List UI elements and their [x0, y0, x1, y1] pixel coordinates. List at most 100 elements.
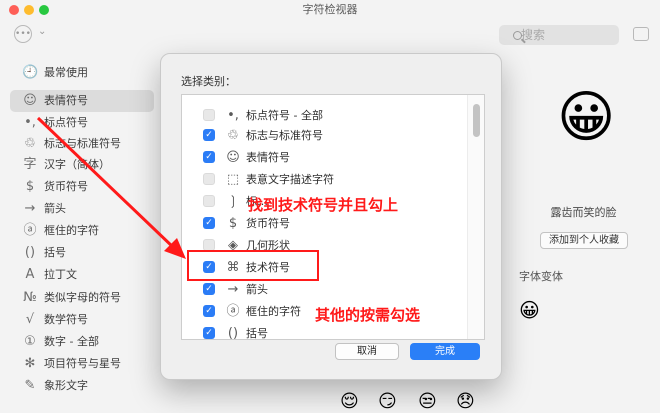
emoji-cell[interactable]: 😏: [378, 391, 397, 413]
category-checkbox[interactable]: ✓: [203, 217, 215, 229]
category-checkbox[interactable]: [203, 109, 215, 121]
highlight-box: [187, 250, 319, 281]
category-label: 框住的字符: [246, 305, 301, 318]
sidebar-item-label: 项目符号与星号: [44, 357, 121, 370]
category-row[interactable]: ⬚ 表意文字描述字符: [182, 170, 467, 190]
title-bar: 字符检视器: [0, 0, 660, 20]
font-variants-label: 字体变体: [519, 270, 563, 283]
grid-view-icon[interactable]: [633, 27, 649, 41]
punctuation-icon: •,: [227, 108, 239, 123]
cancel-button[interactable]: 取消: [335, 343, 399, 360]
category-row[interactable]: ✓ → 箭头: [182, 280, 467, 300]
recycle-icon: ♲: [227, 128, 239, 143]
arrow-right-icon: →: [24, 201, 36, 216]
done-button[interactable]: 完成: [410, 343, 480, 360]
circled-one-icon: ①: [24, 334, 36, 349]
chevron-down-icon[interactable]: ⌄: [38, 26, 46, 37]
asterisk-icon: ✻: [24, 356, 36, 371]
emoji-grid-row: 😌 😏 😒 😞: [338, 391, 488, 413]
category-label: 标点符号 - 全部: [246, 109, 323, 122]
emoji-name: 露齿而笑的脸: [550, 206, 617, 219]
sidebar-item-frequent[interactable]: 🕘 最常使用: [10, 62, 154, 84]
category-label: 箭头: [246, 283, 268, 296]
emoji-cell[interactable]: 😒: [418, 391, 437, 413]
sidebar-item-label: 货币符号: [44, 180, 88, 193]
sidebar-item-emoji[interactable]: ☺ 表情符号: [10, 90, 154, 112]
category-row[interactable]: ✓ () 括号: [182, 324, 467, 340]
emoji-cell[interactable]: 😞: [456, 391, 475, 413]
sidebar-item-label: 箭头: [44, 202, 66, 215]
parentheses-icon: (): [227, 326, 239, 340]
sidebar-item-label: 数学符号: [44, 313, 88, 326]
sidebar-item-pictographs[interactable]: ✎ 象形文字: [10, 375, 154, 397]
sidebar-item-label: 框住的字符: [44, 224, 99, 237]
category-row[interactable]: •, 标点符号 - 全部: [182, 106, 467, 126]
dollar-icon: $: [228, 216, 238, 231]
clock-icon: 🕘: [22, 65, 39, 80]
sidebar-item-label: 最常使用: [44, 66, 88, 79]
sidebar-item-label: 标点符号: [44, 116, 88, 129]
emoji-cell[interactable]: 😌: [340, 391, 359, 413]
sidebar-item-brackets[interactable]: () 括号: [10, 242, 154, 264]
category-checkbox[interactable]: ✓: [203, 151, 215, 163]
list-scrollbar[interactable]: [467, 95, 484, 339]
sidebar-item-label: 表情符号: [44, 94, 88, 107]
search-icon: [513, 31, 522, 40]
numero-icon: №: [23, 290, 37, 305]
sidebar-item-label: 数字 - 全部: [44, 335, 99, 348]
sidebar-item-digits[interactable]: ① 数字 - 全部: [10, 331, 154, 353]
recycle-icon: ♲: [24, 136, 36, 151]
minimize-window-button[interactable]: [24, 5, 34, 15]
scroll-thumb[interactable]: [473, 104, 480, 137]
toolbar: ••• ⌄ 搜索: [0, 20, 660, 50]
sidebar-item-label: 类似字母的符号: [44, 291, 121, 304]
category-checkbox[interactable]: ✓: [203, 327, 215, 339]
sidebar-item-label: 拉丁文: [44, 268, 77, 281]
punctuation-icon: •,: [24, 115, 36, 130]
category-label: 表意文字描述字符: [246, 173, 334, 186]
category-checkbox[interactable]: ✓: [203, 129, 215, 141]
sidebar-item-math[interactable]: √ 数学符号: [10, 309, 154, 331]
category-label: 括号: [246, 327, 268, 340]
zoom-window-button[interactable]: [39, 5, 49, 15]
font-variant-item[interactable]: 😀: [519, 298, 540, 322]
sidebar-item-hanzi[interactable]: 字汉字（简体）: [10, 154, 154, 176]
sidebar-item-signs[interactable]: ♲ 标志与标准符号: [10, 133, 154, 155]
smiley-icon: ☺: [23, 93, 37, 108]
sidebar-item-label: 括号: [44, 246, 66, 259]
sidebar-item-label: 汉字（简体）: [44, 158, 110, 171]
circled-a-icon: ⓐ: [23, 223, 37, 238]
sqrt-icon: √: [25, 312, 35, 327]
sidebar-item-arrows[interactable]: → 箭头: [10, 198, 154, 220]
ellipsis-icon[interactable]: •••: [14, 25, 32, 43]
sidebar-item-letterlike[interactable]: № 类似字母的符号: [10, 287, 154, 309]
latin-a-icon: A: [25, 267, 35, 282]
sidebar-item-bullets[interactable]: ✻ 项目符号与星号: [10, 353, 154, 375]
sidebar-item-currency[interactable]: $ 货币符号: [10, 176, 154, 198]
category-row[interactable]: ✓ ☺ 表情符号: [182, 148, 467, 168]
category-checkbox[interactable]: ✓: [203, 305, 215, 317]
hanzi-icon: 字: [23, 157, 37, 172]
category-label: 货币符号: [246, 217, 290, 230]
category-row[interactable]: ✓ ♲ 标志与标准符号: [182, 126, 467, 146]
dialog-title: 选择类别：: [181, 75, 236, 88]
pencil-icon: ✎: [24, 378, 36, 393]
annotation-others-text: 其他的按需勾选: [315, 306, 421, 324]
category-checkbox[interactable]: [203, 195, 215, 207]
select-category-dialog: 选择类别： •, 标点符号 - 全部 ✓ ♲ 标志与标准符号 ✓ ☺ 表情符号 ⬚ 表意文字…: [160, 53, 502, 380]
sidebar-item-latin[interactable]: A 拉丁文: [10, 264, 154, 286]
sidebar-item-enclosed[interactable]: ⓐ 框住的字符: [10, 220, 154, 242]
window-title: 字符检视器: [302, 3, 358, 16]
add-favorite-button[interactable]: 添加到个人收藏: [540, 232, 628, 249]
sidebar-item-punctuation[interactable]: •, 标点符号: [10, 112, 154, 134]
parentheses-icon: (): [24, 245, 36, 260]
annotation-find-text: 找到技术符号并且勾上: [248, 196, 399, 214]
category-checkbox[interactable]: [203, 173, 215, 185]
category-checkbox[interactable]: ✓: [203, 283, 215, 295]
sidebar-item-label: 标志与标准符号: [44, 137, 121, 150]
close-window-button[interactable]: [9, 5, 19, 15]
category-label: 标志与标准符号: [246, 129, 323, 142]
emoji-preview: 😀: [557, 85, 616, 150]
dollar-icon: $: [25, 179, 35, 194]
category-row[interactable]: ✓ $ 货币符号: [182, 214, 467, 234]
